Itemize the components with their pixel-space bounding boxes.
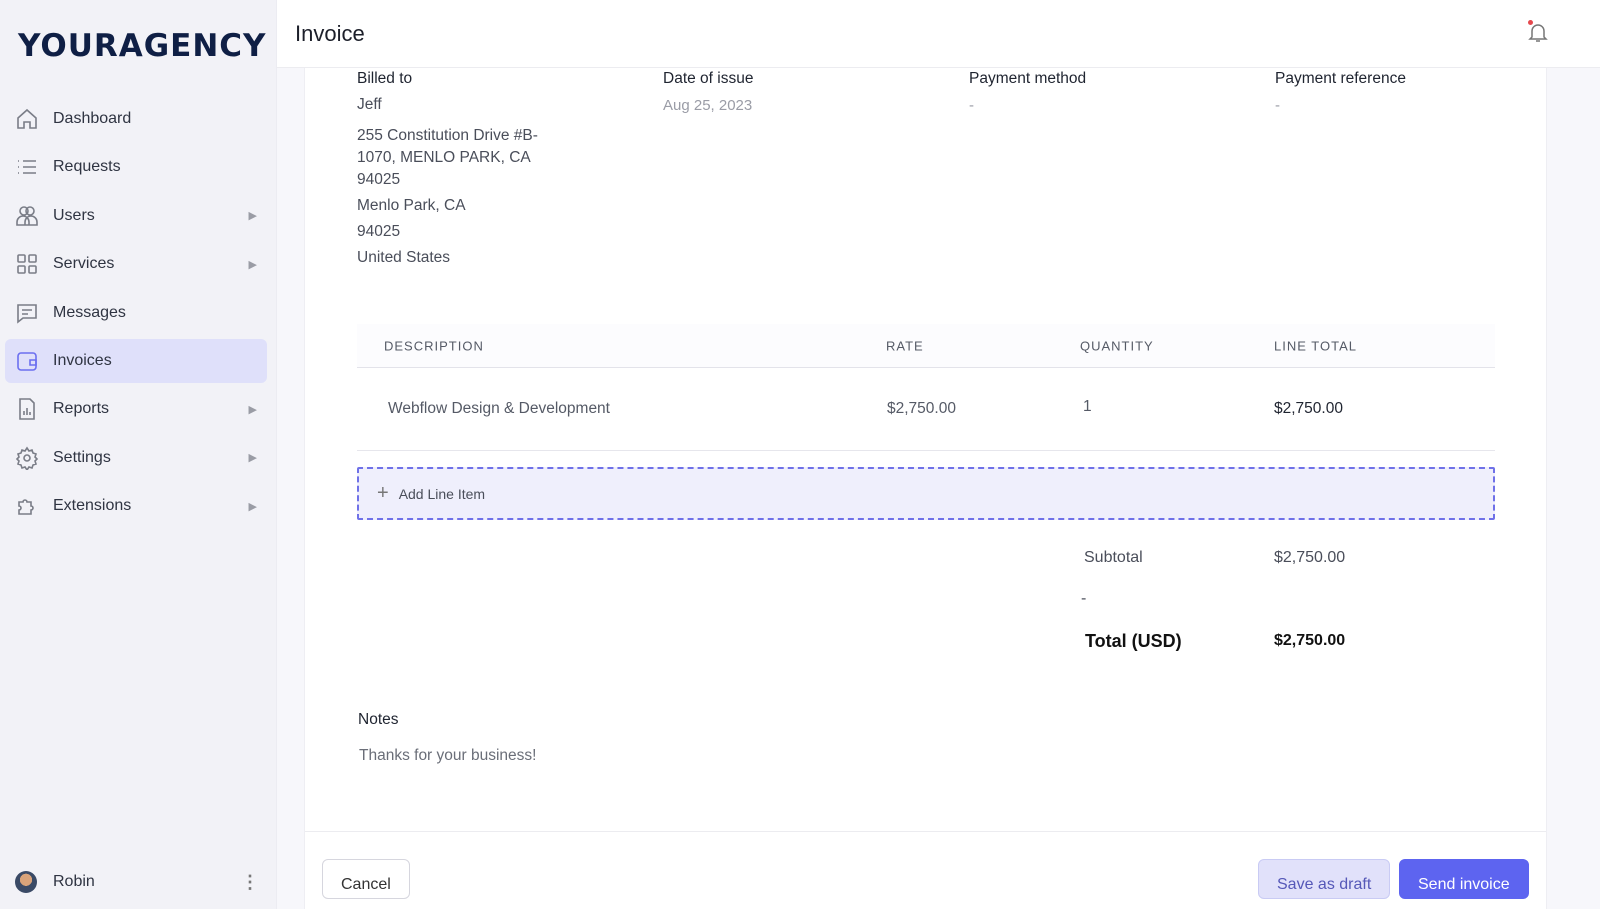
notes-text[interactable]: Thanks for your business! [359,747,536,765]
subtotal-label: Subtotal [1084,549,1143,566]
notification-dot [1528,20,1533,25]
sidebar-item-services[interactable]: Services ▶ [5,242,267,286]
expand-arrow-icon[interactable]: ▶ [249,209,257,222]
sidebar-item-label: Requests [53,158,121,176]
sidebar-item-reports[interactable]: Reports ▶ [5,387,267,431]
address-line: 1070, MENLO PARK, CA [357,149,531,166]
column-header: RATE [886,338,924,353]
date-label: Date of issue [663,70,754,87]
client-name: Jeff [357,96,382,113]
page-title: Invoice [295,21,365,46]
cancel-button[interactable]: Cancel [322,859,410,899]
total-label: Total (USD) [1085,631,1182,651]
report-icon [19,398,35,421]
country: United States [357,249,451,266]
zip: 94025 [357,223,401,240]
payment-method-value: - [969,97,974,114]
expand-arrow-icon[interactable]: ▶ [249,451,257,464]
message-icon [17,303,37,324]
sidebar-item-label: Invoices [53,351,112,369]
add-line-item-label: Add Line Item [398,485,486,502]
sidebar-item-label: Reports [53,400,110,418]
column-header: DESCRIPTION [384,338,484,353]
sidebar-item-label: Messages [53,303,126,321]
date-value: Aug 25, 2023 [663,97,753,114]
users-icon [16,205,38,226]
line-items-table: DESCRIPTION RATE QUANTITY LINE TOTAL Web… [357,324,1495,451]
column-header: QUANTITY [1080,338,1154,353]
subtotal-value: $2,750.00 [1274,549,1346,566]
grid-icon [17,254,37,274]
item-description[interactable]: Webflow Design & Development [388,400,610,418]
expand-arrow-icon[interactable]: ▶ [249,403,257,416]
invoice-card: Billed to Jeff 255 Constitution Drive #B… [304,68,1547,909]
avatar [15,871,37,893]
logo: YOURAGENCY [18,28,267,64]
item-quantity[interactable]: 1 [1083,398,1092,416]
payment-reference-label: Payment reference [1275,70,1406,87]
column-header: LINE TOTAL [1274,338,1357,353]
payment-reference: Payment reference - [1275,70,1406,114]
sidebar-item-invoices[interactable]: Invoices [5,338,267,383]
address-line: 255 Constitution Drive #B- [357,127,538,144]
payment-reference-value: - [1275,97,1280,114]
billed-to: Billed to Jeff 255 Constitution Drive #B… [357,70,538,269]
sidebar-item-label: Settings [53,448,111,466]
top-header: Invoice [277,0,1600,68]
list-icon [18,160,36,175]
sidebar-item-settings[interactable]: Settings ▶ [5,436,267,480]
add-line-item-button[interactable]: + Add Line Item [357,467,1495,520]
tax-value: - [1081,590,1087,607]
payment-method: Payment method - [969,70,1086,114]
user-name: Robin [53,873,95,890]
wallet-icon [17,352,37,371]
sidebar-item-label: Users [53,206,95,224]
gear-icon [15,446,39,470]
sidebar-item-label: Extensions [53,497,132,515]
sidebar-item-label: Services [53,255,115,273]
billed-to-label: Billed to [357,70,413,87]
expand-arrow-icon[interactable]: ▶ [249,258,257,271]
home-icon [17,108,37,129]
item-line-total: $2,750.00 [1274,400,1343,417]
user-profile[interactable]: Robin ⋮ [15,865,265,899]
more-options-icon[interactable]: ⋮ [241,873,259,891]
city: Menlo Park, CA [357,197,466,214]
sidebar-item-requests[interactable]: Requests [5,145,267,189]
total-value: $2,750.00 [1274,632,1346,649]
sidebar-nav: Dashboard Requests Users ▶ Services ▶ Mess… [5,97,267,533]
date-of-issue: Date of issue Aug 25, 2023 [663,70,753,114]
send-invoice-button[interactable]: Send invoice [1399,859,1529,899]
expand-arrow-icon[interactable]: ▶ [249,500,257,513]
table-row[interactable]: Webflow Design & Development $2,750.00 1… [357,368,1495,451]
footer-divider [305,831,1546,832]
address-line: 94025 [357,171,401,188]
sidebar-item-dashboard[interactable]: Dashboard [5,97,267,141]
sidebar-item-label: Dashboard [53,110,132,127]
item-rate[interactable]: $2,750.00 [887,400,956,418]
plus-icon: + [377,482,389,504]
sidebar-item-users[interactable]: Users ▶ [5,194,267,238]
payment-method-label: Payment method [969,70,1087,87]
sidebar-item-extensions[interactable]: Extensions ▶ [5,484,267,528]
save-draft-button[interactable]: Save as draft [1258,859,1391,899]
notes-label: Notes [358,711,399,728]
puzzle-icon [18,499,34,515]
sidebar-item-messages[interactable]: Messages [5,291,267,335]
table-header: DESCRIPTION RATE QUANTITY LINE TOTAL [357,324,1495,368]
sidebar: YOURAGENCY Dashboard Requests Users ▶ Ser… [0,0,277,909]
